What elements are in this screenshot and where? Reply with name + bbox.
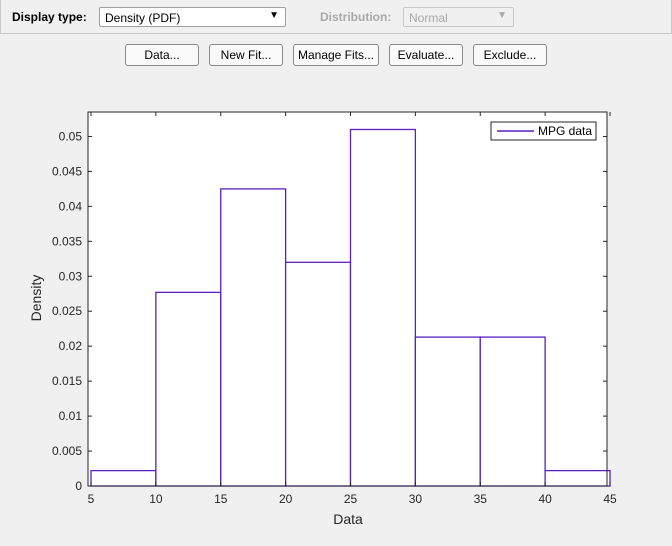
histogram-bar <box>479 336 546 487</box>
x-tick-label: 5 <box>88 492 95 506</box>
y-tick-label: 0.05 <box>59 129 83 143</box>
x-axis-label: Data <box>333 511 363 527</box>
x-tick-label: 30 <box>409 492 423 506</box>
histogram-bar <box>155 291 222 487</box>
y-tick-label: 0.02 <box>59 339 83 353</box>
x-tick-label: 40 <box>538 492 552 506</box>
x-tick-label: 20 <box>279 492 293 506</box>
y-tick-label: 0.01 <box>59 409 83 423</box>
histogram-bar <box>220 188 287 487</box>
x-tick-label: 15 <box>214 492 228 506</box>
legend: MPG data <box>490 121 597 141</box>
y-tick-label: 0.035 <box>52 234 82 248</box>
histogram-chart[interactable]: 5 10 15 20 25 30 35 40 45 0 0.005 0.01 0.015 0.02 0.02… <box>0 0 672 546</box>
x-tick-label: 10 <box>149 492 163 506</box>
legend-entry-mpg-data: MPG data <box>538 124 592 138</box>
y-tick-label: 0.04 <box>59 199 83 213</box>
y-tick-label: 0.045 <box>52 164 82 178</box>
y-tick-label: 0.005 <box>52 444 82 458</box>
histogram-bar <box>414 336 481 487</box>
y-tick-label: 0.03 <box>59 269 83 283</box>
x-tick-label: 25 <box>344 492 358 506</box>
histogram-bar <box>284 261 352 487</box>
y-tick-label: 0 <box>75 479 82 493</box>
y-axis-label: Density <box>28 275 44 322</box>
x-tick-label: 45 <box>603 492 617 506</box>
y-tick-label: 0.015 <box>52 374 82 388</box>
histogram-bar <box>349 128 417 487</box>
y-tick-label: 0.025 <box>52 304 82 318</box>
histogram-bar <box>90 469 157 487</box>
x-tick-label: 35 <box>474 492 488 506</box>
histogram-bar <box>544 469 611 487</box>
